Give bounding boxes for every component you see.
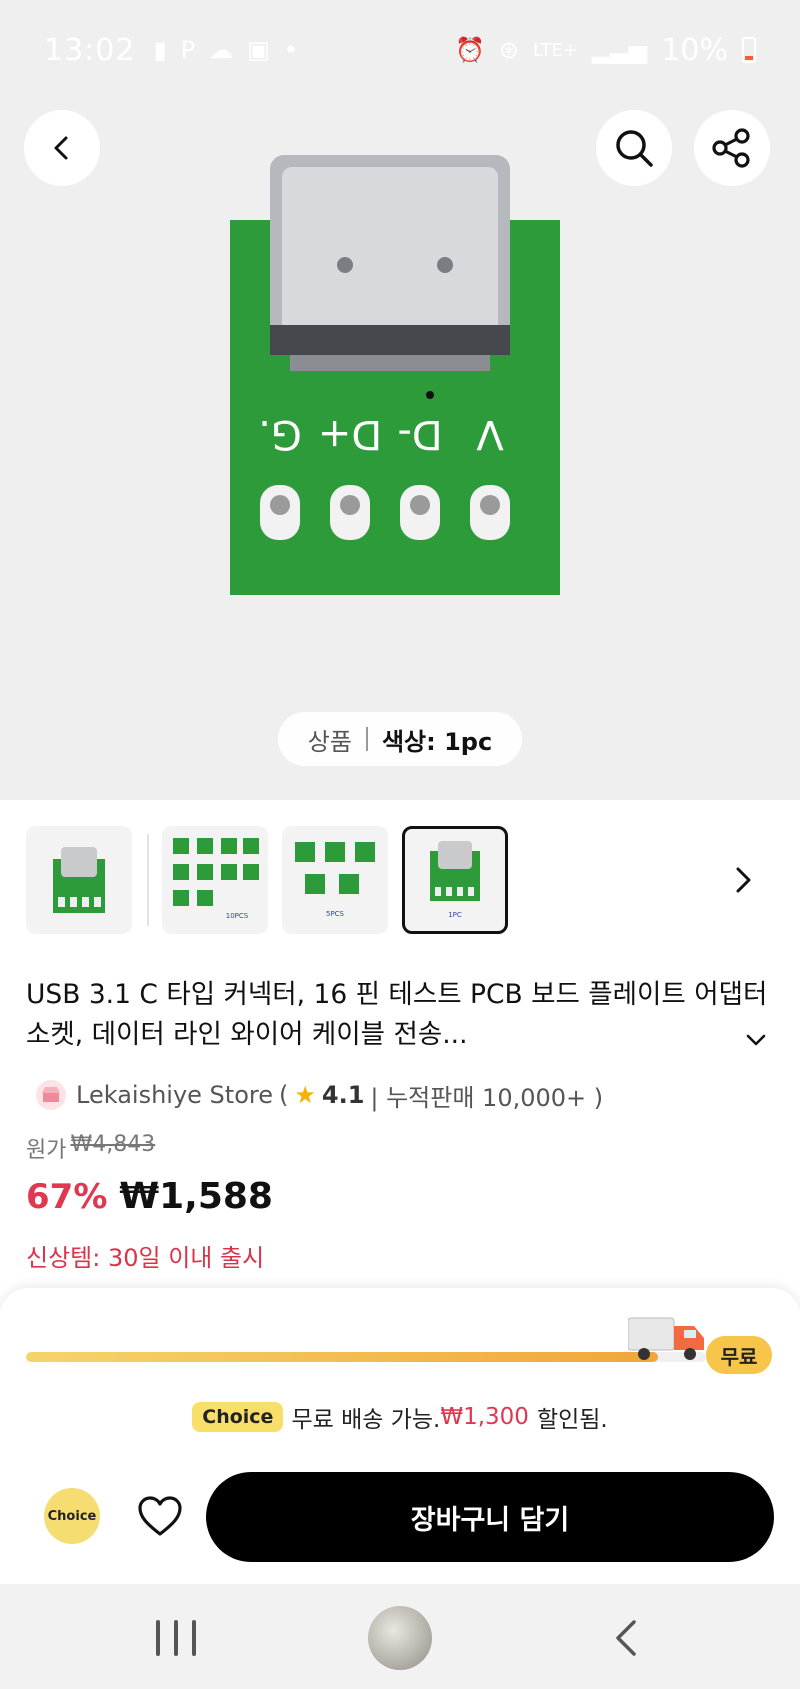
- shipping-info: Choice 무료 배송 가능. ₩1,300 할인됨.: [0, 1400, 800, 1434]
- product-title[interactable]: USB 3.1 C 타입 커넥터, 16 핀 테스트 PCB 보드 플레이트 어…: [26, 975, 776, 1055]
- p-icon: P: [180, 36, 196, 64]
- choice-chip: Choice: [192, 1402, 284, 1432]
- sale-price: ₩1,588: [119, 1176, 273, 1217]
- search-button[interactable]: [596, 110, 672, 186]
- thumbnail-caption-3: 5PCS: [326, 910, 345, 918]
- status-time: 13:02: [44, 32, 136, 68]
- price-row: 67% ₩1,588: [26, 1176, 273, 1217]
- notification-icons: ▮ P ☁ ▣ •: [153, 36, 298, 64]
- alarm-icon: ⏰: [454, 36, 485, 64]
- thumbnail-4-selected[interactable]: 1PC: [402, 826, 508, 934]
- back-arrow-icon: [54, 136, 68, 160]
- usb-c-pcb-image: G. D+ D- V: [230, 155, 560, 595]
- status-bar: 13:02 ▮ P ☁ ▣ • ⏰ ⊛ LTE+ ▂▃▅ 10%: [0, 0, 800, 100]
- thumbnails-next-button[interactable]: [720, 854, 768, 906]
- share-icon: [712, 128, 750, 168]
- notification-icon: ▮: [153, 36, 167, 64]
- variant-divider: [365, 727, 368, 751]
- share-button[interactable]: [694, 110, 770, 186]
- hotspot-icon: ⊛: [498, 36, 519, 64]
- system-icons: ⏰ ⊛ LTE+ ▂▃▅ 10%: [455, 33, 756, 68]
- product-page: 13:02 ▮ P ☁ ▣ • ⏰ ⊛ LTE+ ▂▃▅ 10% G. D+ D…: [0, 0, 800, 1689]
- add-to-cart-button[interactable]: 장바구니 담기: [206, 1472, 774, 1562]
- back-button[interactable]: [24, 110, 100, 186]
- progress-fill: [26, 1352, 659, 1362]
- variant-label: 상품: [307, 727, 352, 756]
- new-item-note: 신상템: 30일 이내 출시: [26, 1244, 265, 1272]
- star-icon: ★: [294, 1081, 316, 1109]
- network-type: LTE+: [532, 39, 578, 61]
- pcb-label-dplus: D+: [318, 411, 382, 457]
- pcb-label-g: G.: [258, 411, 302, 457]
- store-sales: | 누적판매 10,000+ ): [370, 1083, 604, 1112]
- heart-icon: [138, 1496, 182, 1536]
- store-paren: (: [278, 1081, 289, 1109]
- dot-icon: •: [283, 36, 299, 64]
- store-rating: 4.1: [321, 1081, 365, 1109]
- product-image-area[interactable]: 13:02 ▮ P ☁ ▣ • ⏰ ⊛ LTE+ ▂▃▅ 10% G. D+ D…: [0, 0, 800, 800]
- signal-icon: ▂▃▅: [591, 36, 648, 64]
- thumbnail-2[interactable]: 10PCS: [162, 826, 268, 934]
- store-name: Lekaishiye Store: [76, 1081, 273, 1109]
- search-icon: [616, 130, 653, 167]
- nav-back-icon[interactable]: [610, 1618, 644, 1658]
- recents-button[interactable]: [156, 1620, 196, 1656]
- chevron-right-icon: [736, 867, 751, 893]
- thumbnail-1pc-icon: 1PC: [430, 841, 480, 919]
- thumbnail-10pcs-icon: 10PCS: [173, 838, 259, 920]
- store-icon: [36, 1080, 66, 1110]
- variant-selector[interactable]: 상품 색상: 1pc: [278, 712, 522, 766]
- thumbnail-caption-4: 1PC: [448, 911, 462, 919]
- home-button[interactable]: [368, 1606, 432, 1670]
- thumbnail-strip: 10PCS 5PCS 1PC: [0, 826, 800, 938]
- wishlist-button[interactable]: [134, 1492, 186, 1542]
- store-link[interactable]: Lekaishiye Store ( ★ 4.1 | 누적판매 10,000+ …: [36, 1074, 603, 1116]
- free-shipping-badge: 무료: [706, 1336, 772, 1374]
- original-price: 원가 ₩4,843: [26, 1132, 155, 1164]
- thumbnail-pcb-icon: [53, 847, 105, 913]
- discount-percent: 67%: [26, 1177, 108, 1217]
- battery-percent: 10%: [661, 32, 728, 68]
- free-shipping-progress: [26, 1352, 706, 1362]
- variant-value: 색상: 1pc: [381, 727, 493, 756]
- action-bar: Choice 장바구니 담기: [0, 1452, 800, 1582]
- system-nav-bar: [0, 1584, 800, 1689]
- saved-amount: ₩1,300: [440, 1404, 529, 1430]
- saved-suffix: 할인됨.: [536, 1407, 608, 1433]
- thumbnail-5pcs-icon: 5PCS: [295, 842, 375, 918]
- original-price-amount: ₩4,843: [70, 1132, 156, 1157]
- pcb-label-v: V: [476, 411, 504, 457]
- recents-icon: [156, 1620, 160, 1656]
- truck-icon: [628, 1317, 704, 1360]
- thumbnail-1[interactable]: [26, 826, 132, 934]
- thumbnail-3[interactable]: 5PCS: [282, 826, 388, 934]
- cloud-icon: ☁: [209, 36, 234, 64]
- shipping-text: 무료 배송 가능.: [291, 1407, 441, 1433]
- choice-button[interactable]: Choice: [44, 1488, 100, 1544]
- app-icon: ▣: [247, 36, 270, 64]
- battery-icon: [742, 37, 756, 63]
- thumbnail-divider: [147, 834, 149, 926]
- chevron-down-icon[interactable]: [742, 1026, 770, 1054]
- original-price-label: 원가: [26, 1138, 67, 1163]
- pcb-label-dminus: D-: [397, 411, 442, 457]
- thumbnail-caption-2: 10PCS: [226, 912, 249, 920]
